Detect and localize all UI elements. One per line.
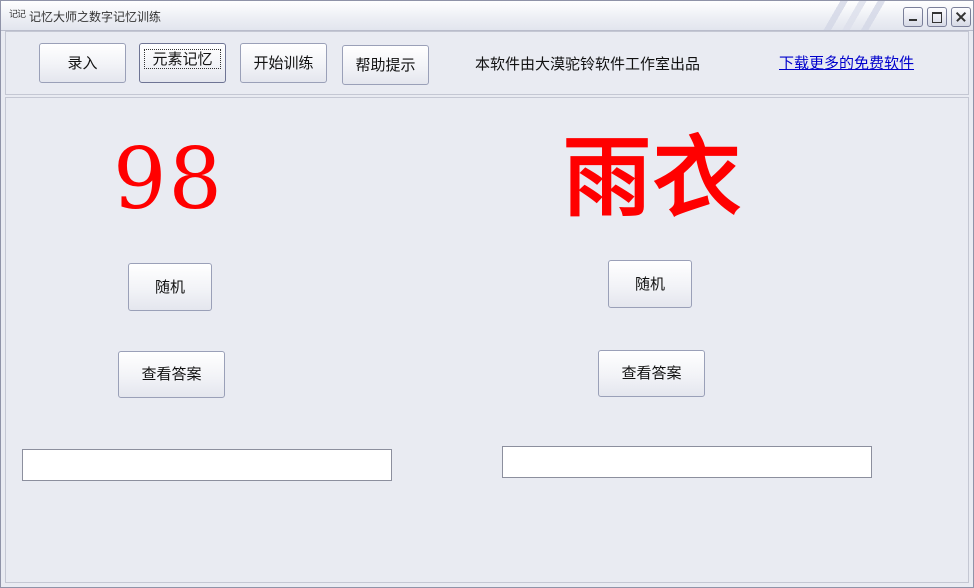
download-more-link[interactable]: 下载更多的免费软件 <box>779 52 914 73</box>
help-tips-button[interactable]: 帮助提示 <box>342 45 429 85</box>
element-memory-button-label: 元素记忆 <box>144 49 221 69</box>
close-button[interactable] <box>951 7 971 27</box>
credit-text: 本软件由大漠驼铃软件工作室出品 <box>475 55 701 73</box>
input-button-label: 录入 <box>67 54 98 72</box>
left-answer-field[interactable] <box>22 449 392 481</box>
app-icon: 记记 <box>9 10 26 20</box>
left-random-button[interactable]: 随机 <box>128 263 212 311</box>
title-bar[interactable]: 记记 记忆大师之数字记忆训练 <box>1 1 973 31</box>
close-icon <box>952 8 970 26</box>
minimize-button[interactable] <box>903 7 923 27</box>
title-decoration <box>803 1 973 30</box>
memory-number-display: 98 <box>113 130 224 228</box>
help-tips-button-label: 帮助提示 <box>355 56 416 74</box>
right-answer-field[interactable] <box>502 446 872 478</box>
right-view-answer-button-label: 查看答案 <box>621 364 682 382</box>
start-training-button[interactable]: 开始训练 <box>240 43 327 83</box>
right-random-button[interactable]: 随机 <box>608 260 692 308</box>
minimize-icon <box>904 8 922 26</box>
left-view-answer-button-label: 查看答案 <box>141 365 202 383</box>
app-window: 记记 记忆大师之数字记忆训练 录入 元素记忆 开始训练 帮助提示 本软件由大漠驼… <box>0 0 974 588</box>
window-title: 记忆大师之数字记忆训练 <box>29 10 162 24</box>
memory-word-display: 雨衣 <box>563 125 744 229</box>
start-training-button-label: 开始训练 <box>253 54 314 72</box>
right-view-answer-button[interactable]: 查看答案 <box>598 350 705 397</box>
left-view-answer-button[interactable]: 查看答案 <box>118 351 225 398</box>
right-random-button-label: 随机 <box>634 275 665 293</box>
element-memory-button[interactable]: 元素记忆 <box>139 43 226 83</box>
left-random-button-label: 随机 <box>154 278 185 296</box>
input-button[interactable]: 录入 <box>39 43 126 83</box>
maximize-button[interactable] <box>927 7 947 27</box>
maximize-icon <box>928 8 946 26</box>
